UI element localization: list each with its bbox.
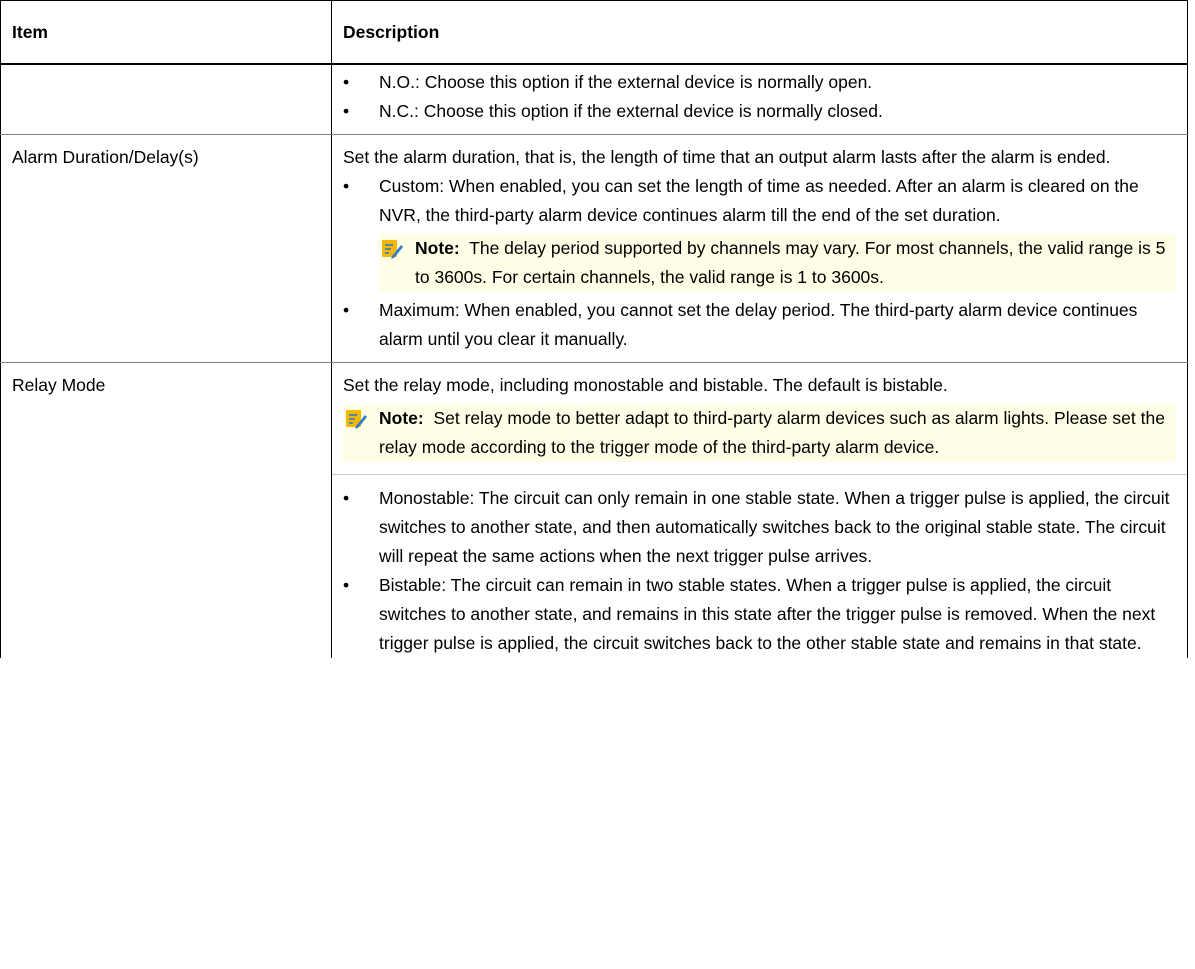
note-box: Note: Set relay mode to better adapt to … <box>343 404 1176 462</box>
list-item: • Monostable: The circuit can only remai… <box>343 484 1176 571</box>
row-intro: Set the alarm duration, that is, the len… <box>343 147 1111 167</box>
list-item-text: Monostable: The circuit can only remain … <box>379 488 1170 566</box>
table-header-row: Item Description <box>0 0 1188 65</box>
note-box: Note: The delay period supported by chan… <box>379 234 1176 292</box>
bullet-glyph: • <box>343 575 350 595</box>
note-text: Set relay mode to better adapt to third-… <box>379 408 1165 457</box>
item-cell: Alarm Duration/Delay(s) <box>0 134 332 363</box>
divider <box>332 466 1187 475</box>
note-text: The delay period supported by channels m… <box>415 238 1166 287</box>
list-item: • N.O.: Choose this option if the extern… <box>343 68 1176 97</box>
bullet-glyph: • <box>343 300 350 320</box>
list-item-text: Bistable: The circuit can remain in two … <box>379 575 1156 653</box>
note-label: Note: <box>415 238 460 258</box>
table-row: Relay Mode Set the relay mode, including… <box>0 362 1188 658</box>
bullet-glyph: • <box>343 101 350 121</box>
note-pencil-icon <box>382 240 403 259</box>
table-row: Alarm Duration/Delay(s) Set the alarm du… <box>0 134 1188 363</box>
list-item: • Custom: When enabled, you can set the … <box>343 172 1176 230</box>
description-cell: • N.O.: Choose this option if the extern… <box>331 64 1188 135</box>
description-cell: Set the alarm duration, that is, the len… <box>331 134 1188 363</box>
note-label: Note: <box>379 408 424 428</box>
parameter-table: Item Description • N.O.: Choose this opt… <box>0 0 1188 658</box>
list-item: • Bistable: The circuit can remain in tw… <box>343 571 1176 658</box>
list-item-text: N.O.: Choose this option if the external… <box>379 72 873 92</box>
bullet-glyph: • <box>343 488 350 508</box>
note-pencil-icon <box>346 410 367 429</box>
list-item-text: N.C.: Choose this option if the external… <box>379 101 883 121</box>
item-cell <box>0 64 332 135</box>
row-intro: Set the relay mode, including monostable… <box>343 375 948 395</box>
header-item: Item <box>0 0 332 65</box>
item-cell: Relay Mode <box>0 362 332 658</box>
description-cell: Set the relay mode, including monostable… <box>331 362 1188 658</box>
list-item-text: Custom: When enabled, you can set the le… <box>379 176 1139 225</box>
bullet-glyph: • <box>343 72 350 92</box>
list-item-text: Maximum: When enabled, you cannot set th… <box>379 300 1138 349</box>
list-item: • Maximum: When enabled, you cannot set … <box>343 296 1176 354</box>
header-description: Description <box>331 0 1188 65</box>
list-item: • N.C.: Choose this option if the extern… <box>343 97 1176 126</box>
table-row: • N.O.: Choose this option if the extern… <box>0 64 1188 135</box>
bullet-glyph: • <box>343 176 350 196</box>
